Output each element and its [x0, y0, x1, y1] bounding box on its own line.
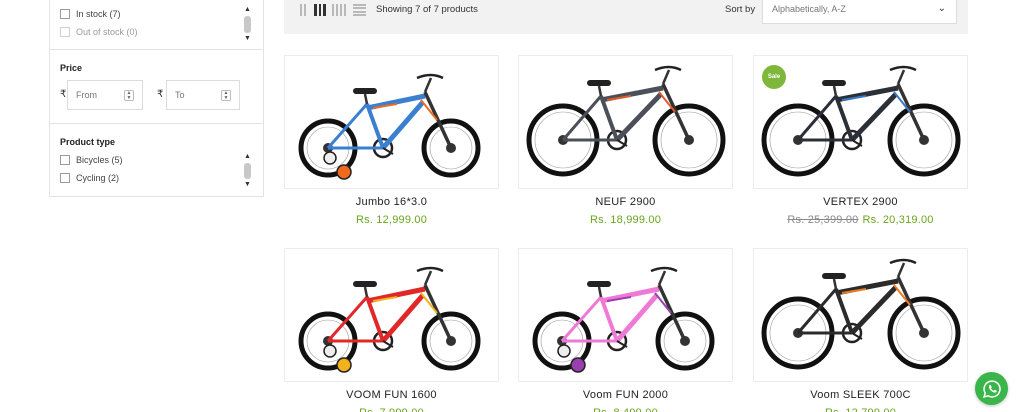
- filter-option-label: Out of stock (0): [76, 27, 138, 37]
- product-image[interactable]: [753, 248, 968, 382]
- scroll-thumb[interactable]: [244, 163, 251, 179]
- product-image[interactable]: Sale: [753, 55, 968, 189]
- product-price: Rs. 8,499.00: [518, 407, 733, 412]
- product-name[interactable]: Voom SLEEK 700C: [753, 389, 968, 401]
- product-image[interactable]: [518, 55, 733, 189]
- sort-label: Sort by: [725, 4, 756, 15]
- product-name[interactable]: Voom FUN 2000: [518, 389, 733, 401]
- product-price: Rs. 25,399.00 Rs. 20,319.00: [753, 214, 968, 226]
- product-type-scrollbar[interactable]: ▲ ▼: [242, 152, 253, 190]
- whatsapp-icon: [982, 379, 1001, 398]
- product-type-title: Product type: [60, 137, 116, 147]
- product-card[interactable]: Voom FUN 2000 Rs. 8,499.00: [518, 248, 733, 412]
- current-price: Rs. 12,999.00: [355, 214, 428, 226]
- currency-symbol: ₹: [60, 89, 67, 100]
- filter-sidebar: In stock (7) Out of stock (0) ▲ ▼ Price …: [49, 0, 264, 197]
- bicycle-image: [761, 65, 961, 177]
- product-name[interactable]: VOOM FUN 1600: [284, 389, 499, 401]
- price-to-placeholder: To: [175, 90, 185, 100]
- availability-scrollbar[interactable]: ▲ ▼: [242, 5, 253, 45]
- availability-filter: In stock (7) Out of stock (0) ▲ ▼: [50, 0, 263, 50]
- scroll-up-icon[interactable]: ▲: [242, 5, 253, 15]
- product-image[interactable]: [284, 248, 499, 382]
- product-image[interactable]: [284, 55, 499, 189]
- stepper-icon[interactable]: ▲ ▼: [221, 90, 231, 101]
- filter-option-out-of-stock: Out of stock (0): [60, 25, 138, 39]
- product-price: Rs. 12,799.00: [753, 407, 968, 412]
- product-card[interactable]: NEUF 2900 Rs. 18,999.00: [518, 55, 733, 226]
- whatsapp-chat-button[interactable]: [975, 372, 1008, 405]
- scroll-up-icon[interactable]: ▲: [242, 152, 253, 162]
- product-name[interactable]: NEUF 2900: [518, 196, 733, 208]
- sort-value: Alphabetically, A-Z: [772, 4, 846, 14]
- filter-option-cycling[interactable]: Cycling (2): [60, 171, 119, 185]
- price-filter-title: Price: [60, 63, 83, 73]
- scroll-thumb[interactable]: [244, 16, 251, 33]
- product-name[interactable]: Jumbo 16*3.0: [284, 196, 499, 208]
- product-name[interactable]: VERTEX 2900: [753, 196, 968, 208]
- product-card[interactable]: VOOM FUN 1600 Rs. 7,999.00: [284, 248, 499, 412]
- product-card[interactable]: Sale VERTEX 2900 Rs. 25,399.00 Rs. 20,319.0…: [753, 55, 968, 226]
- collection-toolbar: Showing 7 of 7 products Sort by Alphabet…: [284, 0, 968, 34]
- product-price: Rs. 7,999.00: [284, 407, 499, 412]
- product-type-filter: Product type Bicycles (5) Cycling (2) ▲ …: [50, 124, 263, 196]
- sale-badge: Sale: [762, 65, 786, 89]
- bicycle-image: [532, 266, 715, 373]
- current-price: Rs. 20,319.00: [862, 214, 934, 226]
- bicycle-image: [526, 65, 726, 177]
- filter-option-label: Bicycles (5): [76, 155, 123, 165]
- product-card[interactable]: Jumbo 16*3.0 Rs. 12,999.00: [284, 55, 499, 226]
- filter-option-label: Cycling (2): [76, 173, 120, 183]
- filter-option-bicycles[interactable]: Bicycles (5): [60, 153, 123, 167]
- grid-4-icon[interactable]: [332, 4, 346, 16]
- price-from-placeholder: From: [76, 90, 97, 100]
- currency-symbol: ₹: [157, 89, 164, 100]
- current-price: Rs. 18,999.00: [589, 214, 662, 226]
- price-to-input[interactable]: To ▲ ▼: [166, 80, 240, 110]
- product-card[interactable]: Voom SLEEK 700C Rs. 12,799.00: [753, 248, 968, 412]
- grid-2-icon[interactable]: [300, 4, 306, 16]
- compare-at-price: Rs. 25,399.00: [787, 214, 859, 226]
- grid-3-icon[interactable]: [314, 4, 326, 16]
- product-image[interactable]: [518, 248, 733, 382]
- price-filter: Price ₹ From ▲ ▼ ₹ To ▲ ▼: [50, 50, 263, 124]
- product-price: Rs. 18,999.00: [518, 214, 733, 226]
- bicycle-image: [298, 266, 481, 373]
- stepper-icon[interactable]: ▲ ▼: [124, 90, 134, 101]
- price-from-input[interactable]: From ▲ ▼: [67, 80, 143, 110]
- checkbox: [60, 27, 70, 37]
- scroll-down-icon[interactable]: ▼: [242, 34, 253, 44]
- current-price: Rs. 7,999.00: [359, 407, 424, 412]
- current-price: Rs. 12,799.00: [825, 407, 896, 412]
- current-price: Rs. 8,499.00: [593, 407, 658, 412]
- checkbox[interactable]: [60, 173, 70, 183]
- filter-option-in-stock[interactable]: In stock (7): [60, 7, 121, 21]
- checkbox[interactable]: [60, 155, 70, 165]
- scroll-down-icon[interactable]: ▼: [242, 180, 253, 190]
- product-count: Showing 7 of 7 products: [376, 4, 478, 15]
- list-view-icon[interactable]: [353, 4, 366, 16]
- bicycle-image: [761, 258, 961, 370]
- bicycle-image: [298, 73, 481, 180]
- filter-option-label: In stock (7): [76, 9, 121, 19]
- checkbox[interactable]: [60, 9, 70, 19]
- product-price: Rs. 12,999.00: [284, 214, 499, 226]
- chevron-down-icon: ⌄: [937, 3, 946, 14]
- sort-select[interactable]: Alphabetically, A-Z ⌄: [762, 0, 957, 24]
